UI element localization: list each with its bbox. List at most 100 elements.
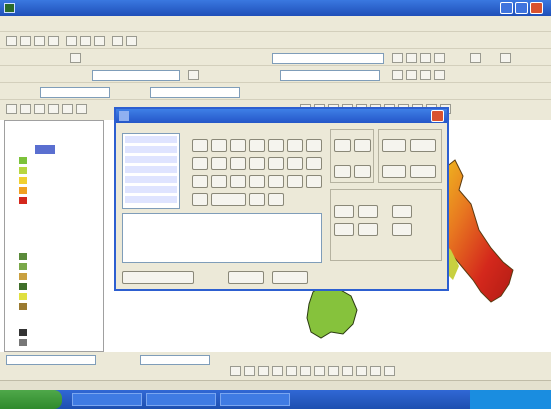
layer-list-item[interactable] (125, 166, 177, 173)
operator-button[interactable] (192, 157, 208, 170)
function-button[interactable] (334, 205, 354, 218)
edit-tool-icon[interactable] (70, 53, 81, 63)
close-button[interactable] (530, 2, 543, 14)
menu-item[interactable] (34, 19, 62, 29)
redo-icon[interactable] (126, 36, 137, 46)
operator-button[interactable] (287, 175, 303, 188)
layer-list-item[interactable] (125, 176, 177, 183)
open-icon[interactable] (20, 36, 31, 46)
operator-button[interactable] (230, 175, 246, 188)
function-button[interactable] (334, 223, 354, 236)
tool-icon[interactable] (434, 70, 445, 80)
operator-button[interactable] (211, 139, 227, 152)
function-button[interactable] (334, 139, 351, 152)
operator-button[interactable] (287, 139, 303, 152)
copy-icon[interactable] (80, 36, 91, 46)
operator-button[interactable] (268, 175, 284, 188)
operator-button[interactable] (192, 175, 208, 188)
save-icon[interactable] (34, 36, 45, 46)
operator-button[interactable] (192, 139, 208, 152)
analysis-field[interactable] (92, 70, 180, 81)
zoom-in-icon[interactable] (6, 104, 17, 114)
draw-tool-icon[interactable] (244, 366, 255, 376)
draw-tool-icon[interactable] (356, 366, 367, 376)
expression-input[interactable] (122, 213, 322, 263)
draw-tool-icon[interactable] (384, 366, 395, 376)
draw-tool-icon[interactable] (314, 366, 325, 376)
taskbar-item[interactable] (220, 393, 290, 406)
cut-icon[interactable] (66, 36, 77, 46)
layer-list-item[interactable] (125, 156, 177, 163)
select-icon[interactable] (62, 104, 73, 114)
tool-icon[interactable] (434, 53, 445, 63)
maximize-button[interactable] (515, 2, 528, 14)
function-button[interactable] (382, 139, 406, 152)
function-button[interactable] (392, 223, 412, 236)
operator-button[interactable] (211, 175, 227, 188)
about-button[interactable] (122, 271, 194, 284)
undo-icon[interactable] (112, 36, 123, 46)
target-field[interactable] (280, 70, 380, 81)
toc-layer[interactable] (35, 227, 95, 236)
layer-list-item[interactable] (125, 146, 177, 153)
layer-list-item[interactable] (125, 186, 177, 193)
tool-icon[interactable] (406, 70, 417, 80)
draw-tool-icon[interactable] (286, 366, 297, 376)
function-button[interactable] (392, 205, 412, 218)
tool-icon[interactable] (188, 70, 199, 80)
dialog-close-button[interactable] (431, 110, 444, 122)
tool-icon[interactable] (500, 53, 511, 63)
draw-tool-icon[interactable] (230, 366, 241, 376)
tool-icon[interactable] (420, 53, 431, 63)
toc-layer[interactable] (19, 125, 79, 134)
menu-item[interactable] (118, 19, 146, 29)
full-extent-icon[interactable] (48, 104, 59, 114)
cancel-button[interactable] (272, 271, 308, 284)
function-button[interactable] (358, 205, 378, 218)
operator-button[interactable] (192, 193, 208, 206)
draw-tool-icon[interactable] (328, 366, 339, 376)
tool-icon[interactable] (420, 70, 431, 80)
menu-item[interactable] (146, 19, 174, 29)
draw-tool-icon[interactable] (342, 366, 353, 376)
georef-field[interactable] (150, 87, 240, 98)
new-icon[interactable] (6, 36, 17, 46)
operator-button[interactable] (249, 139, 265, 152)
operator-button[interactable] (230, 157, 246, 170)
evaluate-button[interactable] (228, 271, 264, 284)
toc-layer[interactable] (27, 135, 87, 144)
layer-select[interactable] (272, 53, 384, 64)
operator-button[interactable] (230, 139, 246, 152)
toc-layer-selected[interactable] (35, 145, 55, 154)
start-button[interactable] (0, 390, 62, 409)
pan-icon[interactable] (34, 104, 45, 114)
operator-button[interactable] (249, 157, 265, 170)
function-button[interactable] (410, 139, 436, 152)
operator-button[interactable] (268, 193, 284, 206)
operator-button[interactable] (211, 157, 227, 170)
operator-button[interactable] (268, 139, 284, 152)
taskbar-item[interactable] (146, 393, 216, 406)
function-button[interactable] (382, 165, 406, 178)
draw-tool-icon[interactable] (300, 366, 311, 376)
draw-tool-icon[interactable] (370, 366, 381, 376)
print-icon[interactable] (48, 36, 59, 46)
tool-icon[interactable] (392, 53, 403, 63)
operator-button[interactable] (287, 157, 303, 170)
georef-field[interactable] (40, 87, 110, 98)
draw-tool-icon[interactable] (272, 366, 283, 376)
function-button[interactable] (410, 165, 436, 178)
zoom-out-icon[interactable] (20, 104, 31, 114)
taskbar-item[interactable] (72, 393, 142, 406)
operator-button[interactable] (249, 175, 265, 188)
toc-layer[interactable] (27, 239, 87, 248)
operator-button[interactable] (306, 175, 322, 188)
minimize-button[interactable] (500, 2, 513, 14)
operator-button[interactable] (268, 157, 284, 170)
identify-icon[interactable] (76, 104, 87, 114)
menu-item[interactable] (62, 19, 90, 29)
draw-tool-icon[interactable] (258, 366, 269, 376)
tool-icon[interactable] (406, 53, 417, 63)
menu-item[interactable] (6, 19, 34, 29)
function-button[interactable] (354, 139, 371, 152)
